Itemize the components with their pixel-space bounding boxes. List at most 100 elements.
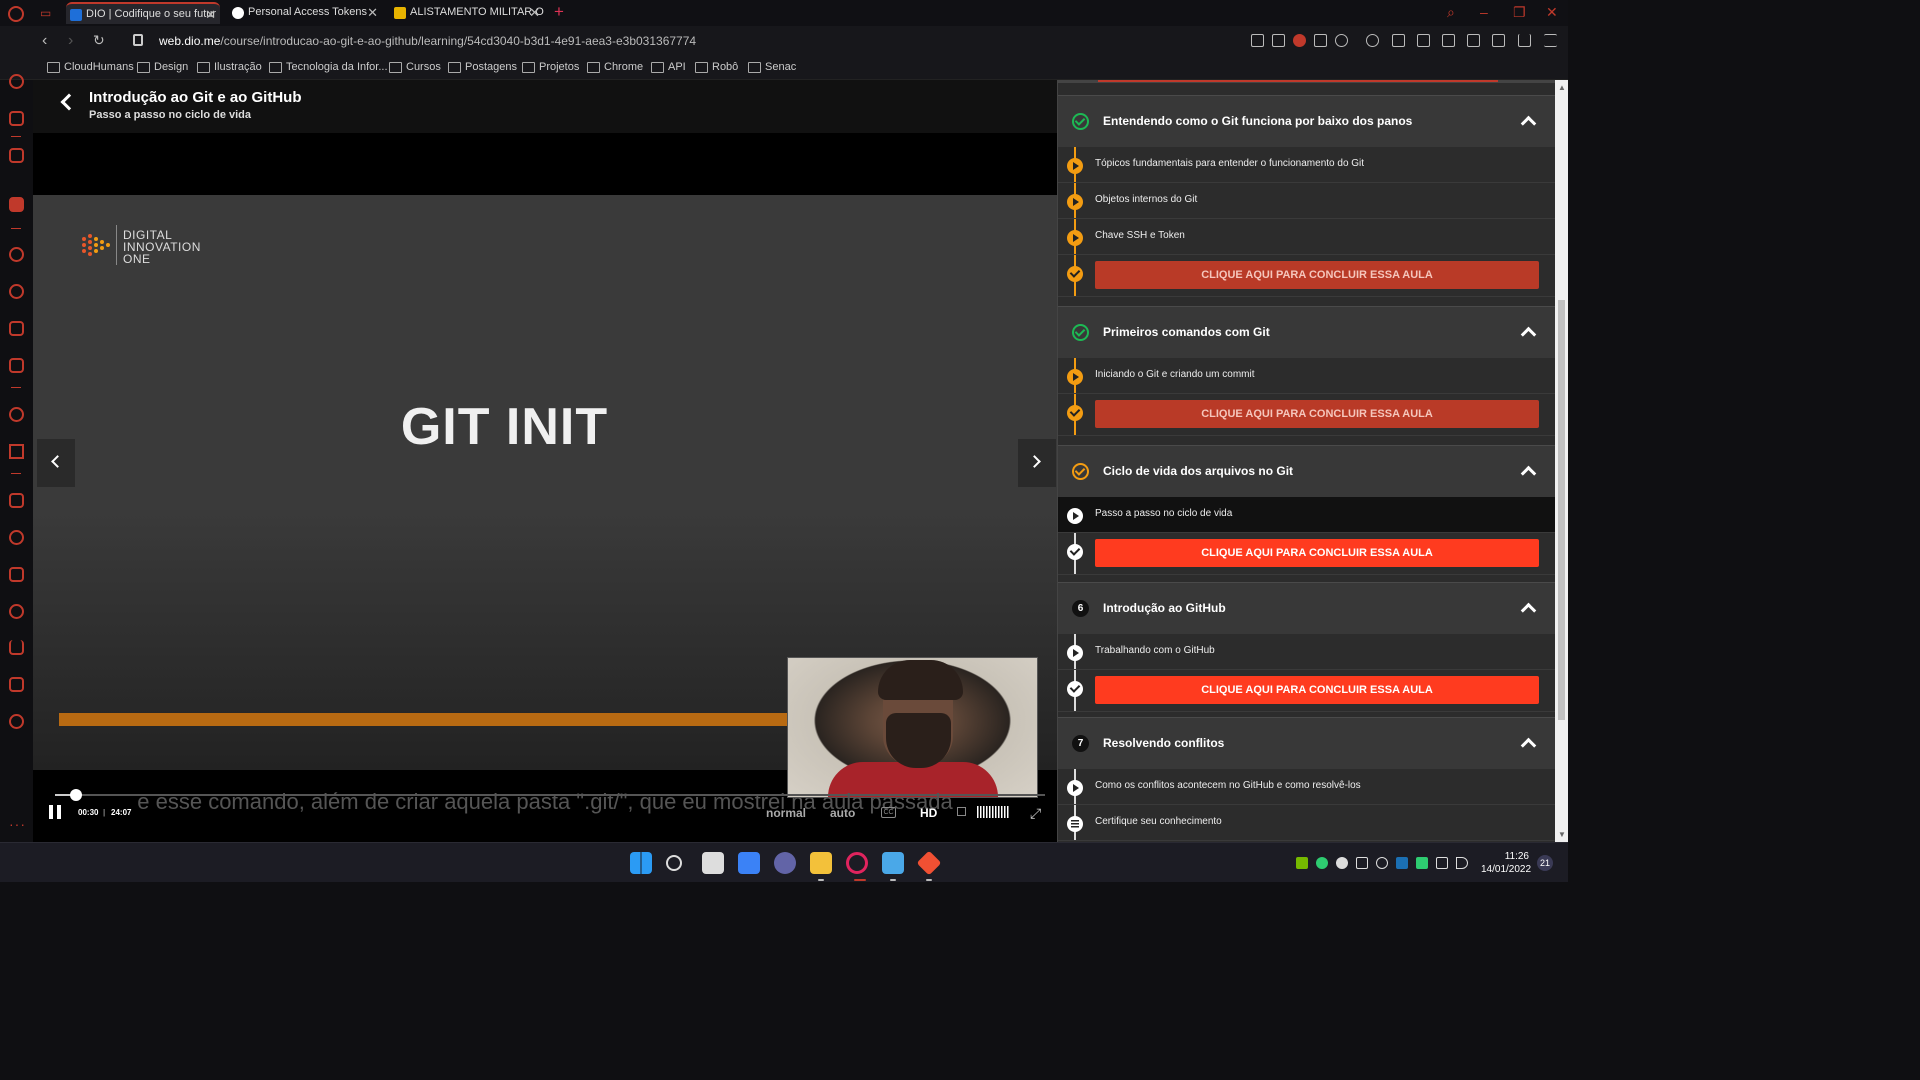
back-arrow-icon[interactable]: [60, 93, 78, 111]
file-explorer-icon[interactable]: [810, 852, 832, 874]
lesson-item[interactable]: Como os conflitos acontecem no GitHub e …: [1058, 769, 1555, 805]
minimize-icon[interactable]: –: [1480, 4, 1488, 20]
bookmark-folder[interactable]: Tecnologia da Infor...: [269, 61, 388, 73]
downloads-icon[interactable]: [9, 640, 24, 655]
bookmark-folder[interactable]: Design: [137, 61, 188, 73]
clock[interactable]: 11:26 14/01/2022: [1481, 850, 1531, 876]
instagram-icon[interactable]: [9, 321, 24, 336]
close-icon[interactable]: ✕: [529, 5, 540, 21]
telegram-icon[interactable]: [9, 284, 24, 299]
twitch-icon[interactable]: [9, 148, 24, 163]
bookmark-folder[interactable]: Senac: [748, 61, 796, 73]
nvidia-icon[interactable]: [1296, 857, 1308, 869]
tab-github-tokens[interactable]: Personal Access Tokens ✕: [228, 2, 382, 24]
network-icon[interactable]: [1436, 857, 1448, 869]
task-view-icon[interactable]: [702, 852, 724, 874]
volume-icon[interactable]: [957, 807, 966, 816]
widgets-icon[interactable]: [738, 852, 760, 874]
security-icon[interactable]: [1316, 857, 1328, 869]
opera-logo-icon[interactable]: [8, 6, 24, 22]
chevron-up-icon[interactable]: [1520, 326, 1537, 343]
chevron-up-icon[interactable]: [1520, 602, 1537, 619]
pause-icon[interactable]: [49, 805, 61, 819]
tab-alistamento[interactable]: ALISTAMENTO MILITAR ON ✕: [390, 2, 544, 24]
module-header[interactable]: Ciclo de vida dos arquivos no Git: [1058, 445, 1555, 497]
favorites-heart-icon[interactable]: [9, 530, 24, 545]
bookmark-folder[interactable]: API: [651, 61, 686, 73]
module-header[interactable]: 7 Resolvendo conflitos: [1058, 717, 1555, 769]
chat-icon[interactable]: [774, 852, 796, 874]
bookmark-folder[interactable]: Postagens: [448, 61, 517, 73]
flow-icon[interactable]: [9, 444, 24, 459]
new-tab-icon[interactable]: +: [554, 2, 564, 22]
discord-icon[interactable]: [9, 358, 24, 373]
hd-button[interactable]: HD: [920, 806, 937, 820]
volume-slider[interactable]: [977, 806, 1009, 818]
usb-icon[interactable]: [1356, 857, 1368, 869]
close-icon[interactable]: ✕: [367, 5, 378, 21]
settings-gear-icon[interactable]: [9, 714, 24, 729]
captions-button[interactable]: CC: [881, 807, 896, 818]
cube-icon[interactable]: [1492, 34, 1505, 47]
camera-icon[interactable]: [1272, 34, 1285, 47]
heart-icon[interactable]: [1335, 34, 1348, 47]
bookmark-folder[interactable]: Ilustração: [197, 61, 262, 73]
module-header[interactable]: 6 Introdução ao GitHub: [1058, 582, 1555, 634]
onedrive-icon[interactable]: [1336, 857, 1348, 869]
chevron-up-icon[interactable]: [1520, 465, 1537, 482]
lock-icon[interactable]: [133, 34, 143, 46]
url-field[interactable]: web.dio.me/course/introducao-ao-git-e-ao…: [159, 34, 696, 48]
bookmark-folder[interactable]: Cursos: [389, 61, 441, 73]
language-icon[interactable]: [1376, 857, 1388, 869]
edit-icon[interactable]: [1251, 34, 1264, 47]
scroll-up-icon[interactable]: ▲: [1558, 83, 1566, 92]
extensions-icon[interactable]: [9, 493, 24, 508]
chevron-up-icon[interactable]: [1520, 737, 1537, 754]
video-player[interactable]: DIGITAL INNOVATION ONE GIT INIT e esse c…: [33, 133, 1057, 842]
playback-speed-button[interactable]: normal: [766, 806, 806, 820]
module-header[interactable]: Primeiros comandos com Git: [1058, 306, 1555, 358]
gx-corner-icon[interactable]: [9, 197, 24, 212]
gear-icon[interactable]: [1366, 34, 1379, 47]
whatsapp-icon[interactable]: [9, 247, 24, 262]
maximize-icon[interactable]: ❐: [1513, 4, 1526, 21]
search-icon[interactable]: [666, 855, 682, 871]
git-icon[interactable]: [916, 850, 942, 876]
quiz-item[interactable]: Certifique seu conhecimento: [1058, 805, 1555, 841]
lesson-item[interactable]: Chave SSH e Token: [1058, 219, 1555, 255]
menu-icon[interactable]: [1544, 34, 1557, 47]
reload-icon[interactable]: ↻: [93, 32, 105, 49]
speaker-icon[interactable]: [1456, 857, 1468, 869]
history-icon[interactable]: [9, 604, 24, 619]
more-icon[interactable]: ···: [9, 816, 26, 832]
panel-scrollbar[interactable]: ▲ ▼: [1555, 80, 1568, 842]
seek-handle[interactable]: [70, 789, 82, 801]
search-tabs-icon[interactable]: ⌕: [1447, 4, 1455, 21]
defender-icon[interactable]: [1416, 857, 1428, 869]
scrollbar-thumb[interactable]: [1558, 300, 1565, 720]
cube-icon[interactable]: [9, 677, 24, 692]
download-icon[interactable]: [1518, 34, 1531, 47]
notification-badge[interactable]: 21: [1537, 855, 1553, 871]
lesson-item[interactable]: Iniciando o Git e criando um commit: [1058, 358, 1555, 394]
bookmark-folder[interactable]: CloudHumans: [47, 61, 134, 73]
bookmark-folder[interactable]: Projetos: [522, 61, 579, 73]
lesson-item[interactable]: Trabalhando com o GitHub: [1058, 634, 1555, 670]
player-icon[interactable]: [9, 407, 24, 422]
notepad-icon[interactable]: [882, 852, 904, 874]
conclude-lesson-button[interactable]: CLIQUE AQUI PARA CONCLUIR ESSA AULA: [1095, 676, 1539, 704]
conclude-lesson-button[interactable]: CLIQUE AQUI PARA CONCLUIR ESSA AULA: [1095, 539, 1539, 567]
extension-icon[interactable]: [1392, 34, 1405, 47]
speed-dial-icon[interactable]: [9, 74, 24, 89]
previous-slide-button[interactable]: [37, 439, 75, 487]
gamepad-icon[interactable]: ▭: [40, 6, 56, 20]
padlock-extension-icon[interactable]: [1417, 34, 1430, 47]
shield-icon[interactable]: [1293, 34, 1306, 47]
close-window-icon[interactable]: ✕: [1546, 4, 1558, 21]
quality-auto-button[interactable]: auto: [830, 806, 855, 820]
lesson-item-active[interactable]: Passo a passo no ciclo de vida: [1058, 497, 1555, 533]
translate-icon[interactable]: [1442, 34, 1455, 47]
tab-dio[interactable]: DIO | Codifique o seu futur ✕: [66, 2, 220, 24]
notes-icon[interactable]: [9, 567, 24, 582]
send-icon[interactable]: [1314, 34, 1327, 47]
